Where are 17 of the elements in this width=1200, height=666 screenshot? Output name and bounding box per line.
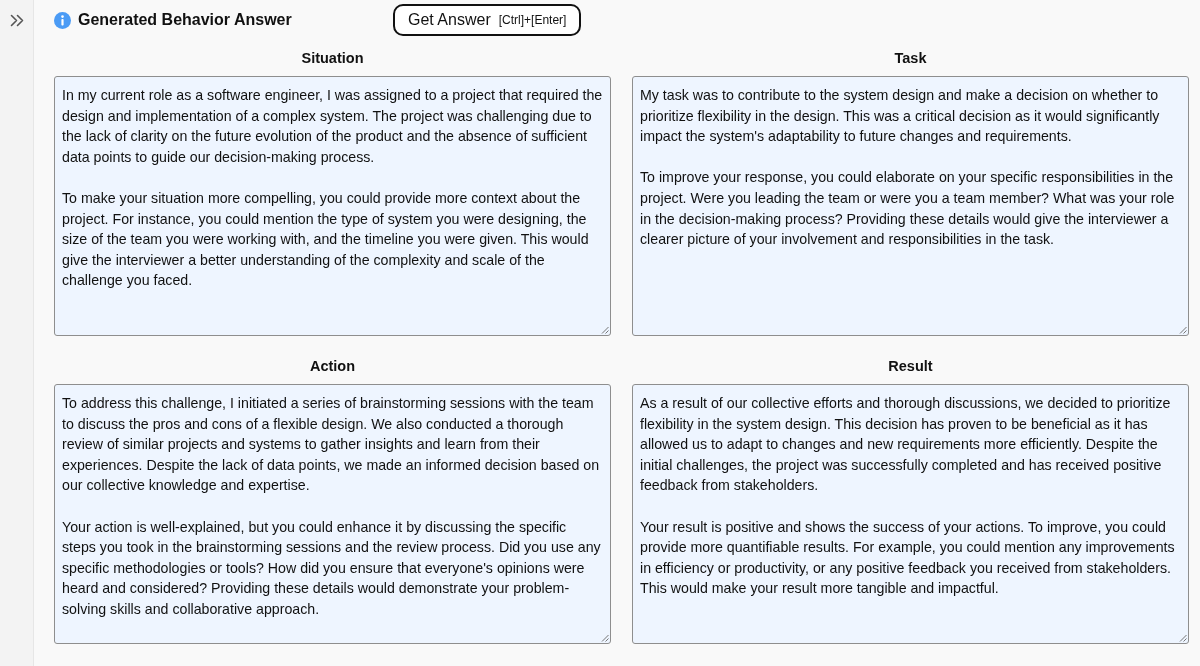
resize-grip-icon[interactable] <box>1179 326 1187 334</box>
field-label: Situation <box>301 49 364 68</box>
answer-text-area[interactable]: To address this challenge, I initiated a series of brainstorming sessions with the team to discuss the pros and cons of a flexible design. We also conducted a thorough review of similar projects and systems to gather insights and learn from their experiences. Despite the lack of data points, we made an informed decision based on our collective knowledge and expertise. Your action is well-explained, but you could enhance it by discussing the specific steps you took in the brainstorming sessions and the review process. Did you use any specific methodologies or tools? How did you ensure that everyone's opinions were heard and considered? Providing these details would demonstrate your problem-solving skills and collaborative approach. <box>54 384 611 644</box>
panel-title: Generated Behavior Answer <box>78 11 292 29</box>
field-label: Task <box>894 49 927 68</box>
answer-text-area[interactable]: My task was to contribute to the system design and make a decision on whether to prioritize flexibility in the design. This was a critical decision as it would significantly impact the system's adaptability to future changes and requirements. To improve your response, you could elaborate on your specific responsibilities in the project. Were you leading the team or were you a team member? What was your role in the decision-making process? Providing these details would give the interviewer a clearer picture of your involvement and responsibilities in the task. <box>632 76 1189 336</box>
get-answer-button[interactable]: Get Answer [Ctrl]+[Enter] <box>393 4 582 36</box>
answer-text-area[interactable]: As a result of our collective efforts and thorough discussions, we decided to prioritize flexibility in the system design. This decision has proven to be beneficial as it has allowed us to adapt to changes and new requirements more efficiently. Despite the initial challenges, the project was successfully completed and has received positive feedback from stakeholders. Your result is positive and shows the success of your actions. To improve, you could provide more quantifiable results. For example, you could mention any improvements in efficiency or productivity, or any positive feedback you received from stakeholders. This would make your result more tangible and impactful. <box>632 384 1189 644</box>
field-label: Result <box>888 357 933 376</box>
shortcut-hint: [Ctrl]+[Enter] <box>498 13 567 27</box>
answer-text-area[interactable]: In my current role as a software engineer, I was assigned to a project that required the design and implementation of a complex system. The project was challenging due to the lack of clarity on the future evolution of the product and the absence of sufficient data points to guide our decision-making process. To make your situation more compelling, you could provide more context about the project. For instance, you could mention the type of system you were designing, the size of the team you were working with, and the timeline you were given. This would give the interviewer a better understanding of the complexity and scale of the challenge you faced. <box>54 76 611 336</box>
resize-grip-icon[interactable] <box>1179 634 1187 642</box>
expand-sidebar-icon[interactable] <box>9 14 24 27</box>
field-label: Action <box>309 357 356 376</box>
resize-grip-icon[interactable] <box>601 326 609 334</box>
info-icon <box>54 11 71 29</box>
resize-grip-icon[interactable] <box>601 634 609 642</box>
